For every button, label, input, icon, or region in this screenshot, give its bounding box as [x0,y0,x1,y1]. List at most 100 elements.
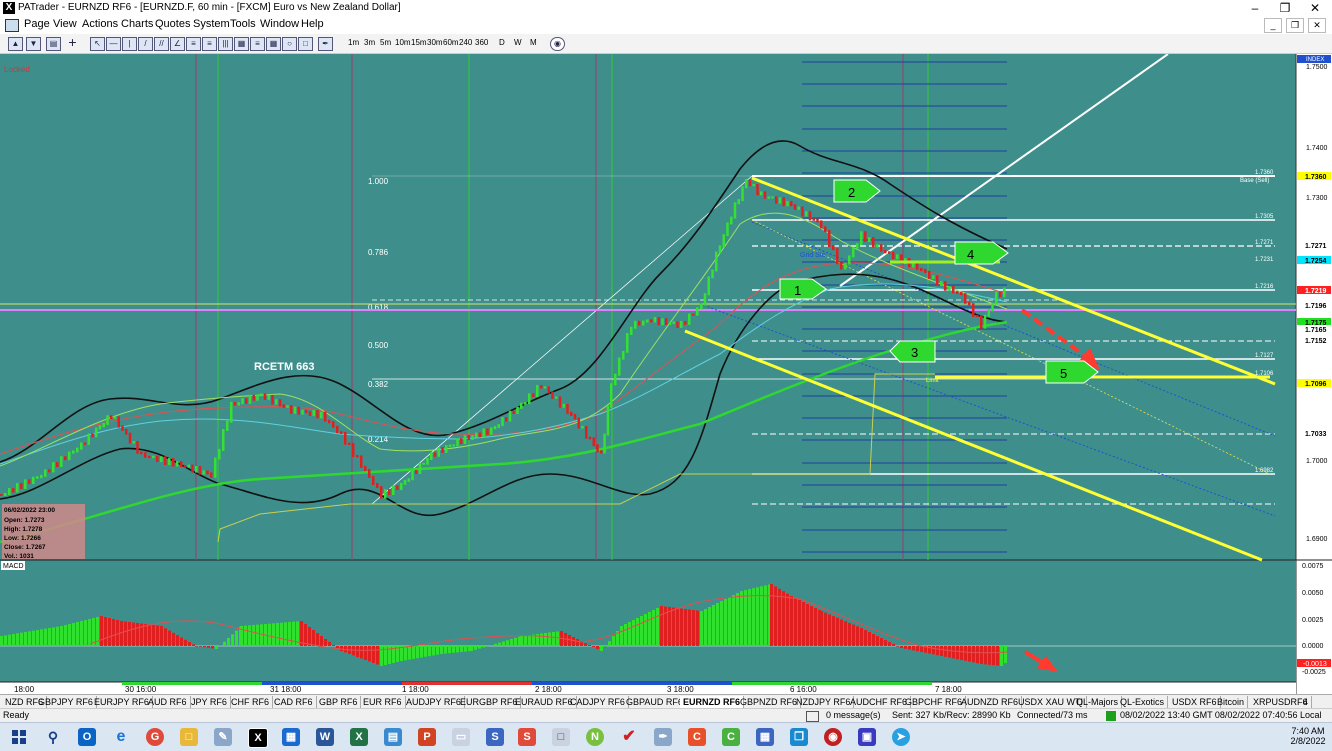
app-s-red-icon[interactable]: S [518,728,536,746]
tab-audjpy-rf6[interactable]: AUDJPY RF6 [403,696,465,708]
app-bird-icon[interactable]: ✔ [620,728,638,746]
tf-15m[interactable]: 15m [411,38,427,47]
tab-gbpnzd-rf6[interactable]: GBPNZD RF6 [737,696,801,708]
app-copy-icon[interactable]: ❐ [790,728,808,746]
edge-icon[interactable]: e [112,728,130,746]
close-button[interactable]: ✕ [1300,0,1330,16]
tab-ql-majors[interactable]: QL-Majors [1073,696,1122,708]
tab-ql-exotics[interactable]: QL-Exotics [1117,696,1168,708]
target-icon[interactable]: ◉ [550,37,565,51]
sell-icon[interactable]: ▼ [26,37,41,51]
tab-cad-rf6[interactable]: CAD RF6 [271,696,317,708]
tab-usdx-rf6[interactable]: USDX RF6 [1169,696,1221,708]
folder-icon[interactable]: □ [552,728,570,746]
tf-w[interactable]: W [514,38,522,47]
trendline-icon[interactable]: / [138,37,153,51]
mdi-restore-button[interactable]: ❐ [1286,18,1304,33]
hline-icon[interactable]: — [106,37,121,51]
menu-actions[interactable]: Actions [82,18,118,30]
chart-canvas[interactable]: 1.7360 Base (Sell) 1.7305 1.7271 1.7231 … [0,54,1332,694]
chart-area[interactable]: 1.7360 Base (Sell) 1.7305 1.7271 1.7231 … [0,54,1332,694]
tab-gbpjpy-rf6[interactable]: GBPJPY RF6 [35,696,97,708]
tf-240[interactable]: 240 [459,38,472,47]
tab-4[interactable]: 4 [1300,696,1312,708]
tab-bitcoin[interactable]: Bitcoin [1214,696,1248,708]
menu-system[interactable]: System [193,18,230,30]
rectangle-icon[interactable]: □ [298,37,313,51]
channel-icon[interactable]: // [154,37,169,51]
tab-eurjpy-rf6[interactable]: EURJPY RF6 [91,696,153,708]
app-c-green-icon[interactable]: C [722,728,740,746]
app-grid-icon[interactable]: ▦ [756,728,774,746]
message-icon[interactable] [806,711,819,722]
menu-view[interactable]: View [53,18,77,30]
app-record-icon[interactable]: ◉ [824,728,842,746]
fib-time-icon[interactable]: ||| [218,37,233,51]
rdp-icon[interactable]: ▤ [384,728,402,746]
tab-cadjpy-rf6[interactable]: CADJPY RF6 [567,696,629,708]
fib-fan-icon[interactable]: ∠ [170,37,185,51]
ellipse-icon[interactable]: ○ [282,37,297,51]
buy-icon[interactable]: ▲ [8,37,23,51]
tab-nzdjpy-rf6[interactable]: NZDJPY RF6 [793,696,854,708]
tf-10m[interactable]: 10m [395,38,411,47]
excel-icon[interactable]: X [350,728,368,746]
tab-gbpchf-rf6[interactable]: GBPCHF RF6 [902,696,966,708]
tf-360[interactable]: 360 [475,38,488,47]
fib-retracement-icon[interactable]: ≡ [186,37,201,51]
ruler-icon[interactable]: ≡ [250,37,265,51]
app-pen-icon[interactable]: ✒ [654,728,672,746]
tab-chf-rf6[interactable]: CHF RF6 [228,696,273,708]
mdi-minimize-button[interactable]: _ [1264,18,1282,33]
tab-aud-rf6[interactable]: AUD RF6 [145,696,191,708]
pen-icon[interactable]: ✒ [318,37,333,51]
clock[interactable]: 7:40 AM 2/8/2022 [1290,726,1326,746]
outlook-icon[interactable]: O [78,728,96,746]
tf-d[interactable]: D [499,38,505,47]
gann-icon[interactable]: ▦ [234,37,249,51]
menu-tools[interactable]: Tools [230,18,256,30]
app-twitch-icon[interactable]: ▣ [858,728,876,746]
calculator-icon[interactable]: ▦ [282,728,300,746]
app-s-blue-icon[interactable]: S [486,728,504,746]
menu-help[interactable]: Help [301,18,324,30]
chrome-icon[interactable]: G [146,728,164,746]
file-explorer-icon[interactable]: □ [180,728,198,746]
grid-icon[interactable]: ▦ [266,37,281,51]
tab-gbpaud-rf6[interactable]: GBPAUD RF6 [623,696,687,708]
tab-audnzd-rf6[interactable]: AUDNZD RF6 [958,696,1022,708]
crosshair-icon[interactable]: + [66,37,79,49]
tf-3m[interactable]: 3m [364,38,375,47]
menu-charts[interactable]: Charts [121,18,153,30]
windows-start-icon[interactable] [12,730,26,744]
maximize-button[interactable]: ❐ [1270,0,1300,16]
tf-30m[interactable]: 30m [427,38,443,47]
notepad-icon[interactable]: ✎ [214,728,232,746]
tf-1m[interactable]: 1m [348,38,359,47]
vline-icon[interactable]: | [122,37,137,51]
menu-page[interactable]: Page [24,18,50,30]
app-n-icon[interactable]: N [586,728,604,746]
fib-extension-icon[interactable]: ≡ [202,37,217,51]
search-icon[interactable]: ⚲ [44,728,62,746]
menu-quotes[interactable]: Quotes [155,18,190,30]
telegram-icon[interactable]: ➤ [892,728,910,746]
patrader-icon[interactable]: X [248,728,268,748]
app-c-orange-icon[interactable]: C [688,728,706,746]
tf-m[interactable]: M [530,38,537,47]
tf-5m[interactable]: 5m [380,38,391,47]
minimize-button[interactable]: – [1240,0,1270,16]
display-icon[interactable]: ▭ [452,728,470,746]
tab-jpy-rf6[interactable]: JPY RF6 [188,696,231,708]
mdi-close-button[interactable]: ✕ [1308,18,1326,33]
word-icon[interactable]: W [316,728,334,746]
powerpoint-icon[interactable]: P [418,728,436,746]
tf-60m[interactable]: 60m [443,38,459,47]
status-messages[interactable]: 0 message(s) [826,710,881,720]
tab-gbp-rf6[interactable]: GBP RF6 [316,696,361,708]
tab-eur-rf6[interactable]: EUR RF6 [360,696,406,708]
tab-eurnzd-rf6[interactable]: EURNZD RF6 [680,696,744,708]
chart-type-icon[interactable]: ▤ [46,37,61,51]
chart-icon[interactable] [5,19,19,32]
cursor-icon[interactable]: ↖ [90,37,105,51]
